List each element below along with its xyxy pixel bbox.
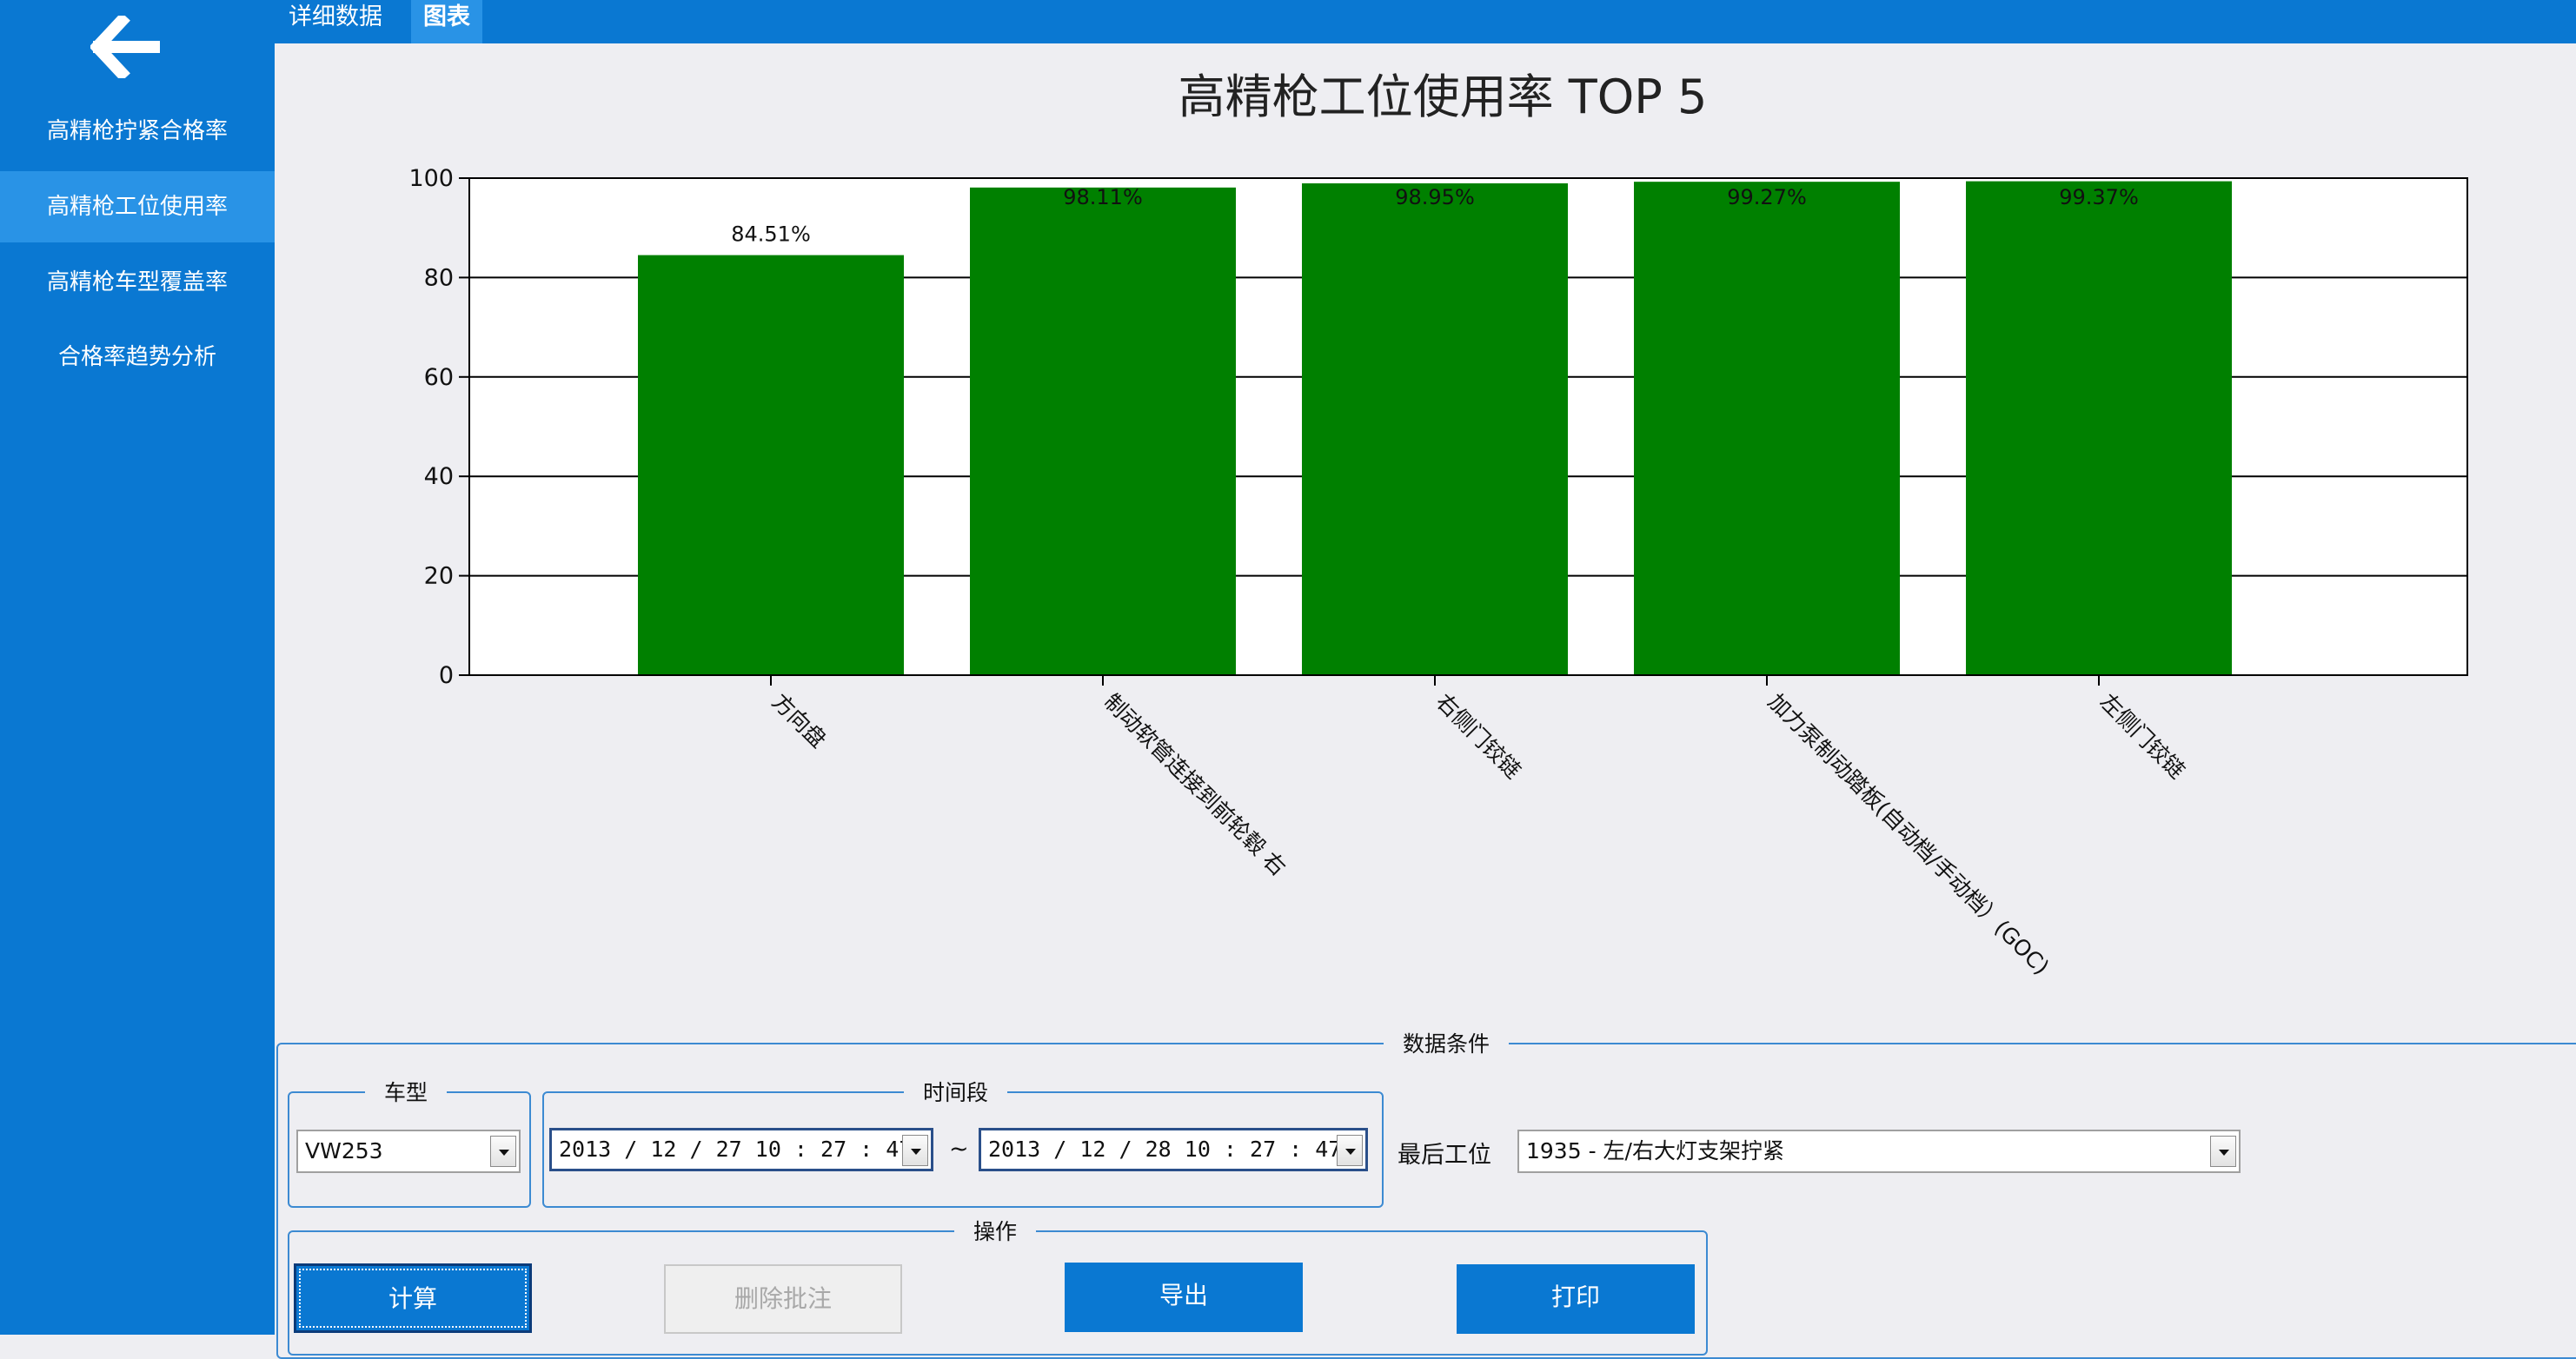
tab-bar: 详细数据 图表 [275,0,2576,43]
y-tick-label: 20 [424,563,454,590]
sidebar: 高精枪拧紧合格率 高精枪工位使用率 高精枪车型覆盖率 合格率趋势分析 [0,0,275,1335]
x-tick-label: 右侧门铰链 [1431,689,1526,784]
time-range-separator: ~ [949,1136,969,1163]
time-range-label: 时间段 [904,1076,1008,1107]
sidebar-item-station-usage-rate[interactable]: 高精枪工位使用率 [0,171,275,242]
bar-chart: 高精枪工位使用率 TOP 5 0 20 40 60 80 100 84.51% 方向盘 98.11… [408,70,2468,980]
x-tick-label: 制动软管连接到前轮毂 右 [1099,689,1291,881]
chevron-down-icon[interactable] [902,1135,928,1166]
y-tick-label: 100 [408,165,454,192]
tab-chart[interactable]: 图表 [411,0,482,43]
last-station-select[interactable]: 1935 - 左/右大灯支架拧紧 [1517,1130,2241,1173]
end-datetime-value: 2013 / 12 / 28 10 : 27 : 47 [988,1137,1342,1162]
last-station-value: 1935 - 左/右大灯支架拧紧 [1526,1138,1784,1163]
start-datetime-picker[interactable]: 2013 / 12 / 27 10 : 27 : 47 [549,1128,933,1171]
data-conditions-title: 数据条件 [1384,1027,1510,1058]
data-label: 99.37% [2059,185,2139,209]
export-button[interactable]: 导出 [1065,1263,1303,1332]
data-label: 98.11% [1063,185,1143,209]
y-tick-label: 0 [439,662,454,689]
car-model-value: VW253 [305,1138,383,1163]
x-tick-label: 加力泵制动踏板(自动档/手动档）(GOC) [1763,689,2055,980]
delete-annotation-button[interactable]: 删除批注 [664,1264,902,1334]
last-station-label: 最后工位 [1398,1142,1491,1169]
chart-title: 高精枪工位使用率 TOP 5 [1178,70,1708,124]
x-tick-label: 左侧门铰链 [2095,689,2190,784]
bar [1634,182,1900,675]
y-tick-label: 60 [424,364,454,391]
bar [1966,181,2232,675]
end-datetime-picker[interactable]: 2013 / 12 / 28 10 : 27 : 47 [979,1128,1368,1171]
data-label: 99.27% [1727,185,1807,209]
calculate-button[interactable]: 计算 [294,1263,532,1333]
y-tick-label: 40 [424,463,454,490]
bar [970,187,1236,676]
car-model-select[interactable]: VW253 [296,1130,521,1173]
sidebar-item-model-coverage-rate[interactable]: 高精枪车型覆盖率 [0,247,275,318]
arrow-left-icon[interactable] [90,16,160,78]
chevron-down-icon[interactable] [490,1136,516,1167]
bar [1302,183,1568,676]
sidebar-item-tightening-pass-rate[interactable]: 高精枪拧紧合格率 [0,96,275,167]
sidebar-item-pass-rate-trend[interactable]: 合格率趋势分析 [0,322,275,393]
car-model-label: 车型 [365,1076,448,1107]
y-tick-label: 80 [424,264,454,291]
print-button[interactable]: 打印 [1457,1264,1695,1334]
start-datetime-value: 2013 / 12 / 27 10 : 27 : 47 [559,1137,913,1162]
tab-detail-data[interactable]: 详细数据 [276,0,395,43]
data-label: 98.95% [1395,185,1475,209]
operations-title: 操作 [954,1215,1037,1246]
bar [638,255,904,675]
data-label: 84.51% [731,222,811,247]
chevron-down-icon[interactable] [1337,1135,1363,1166]
chevron-down-icon[interactable] [2210,1136,2236,1167]
x-tick-label: 方向盘 [767,689,832,753]
